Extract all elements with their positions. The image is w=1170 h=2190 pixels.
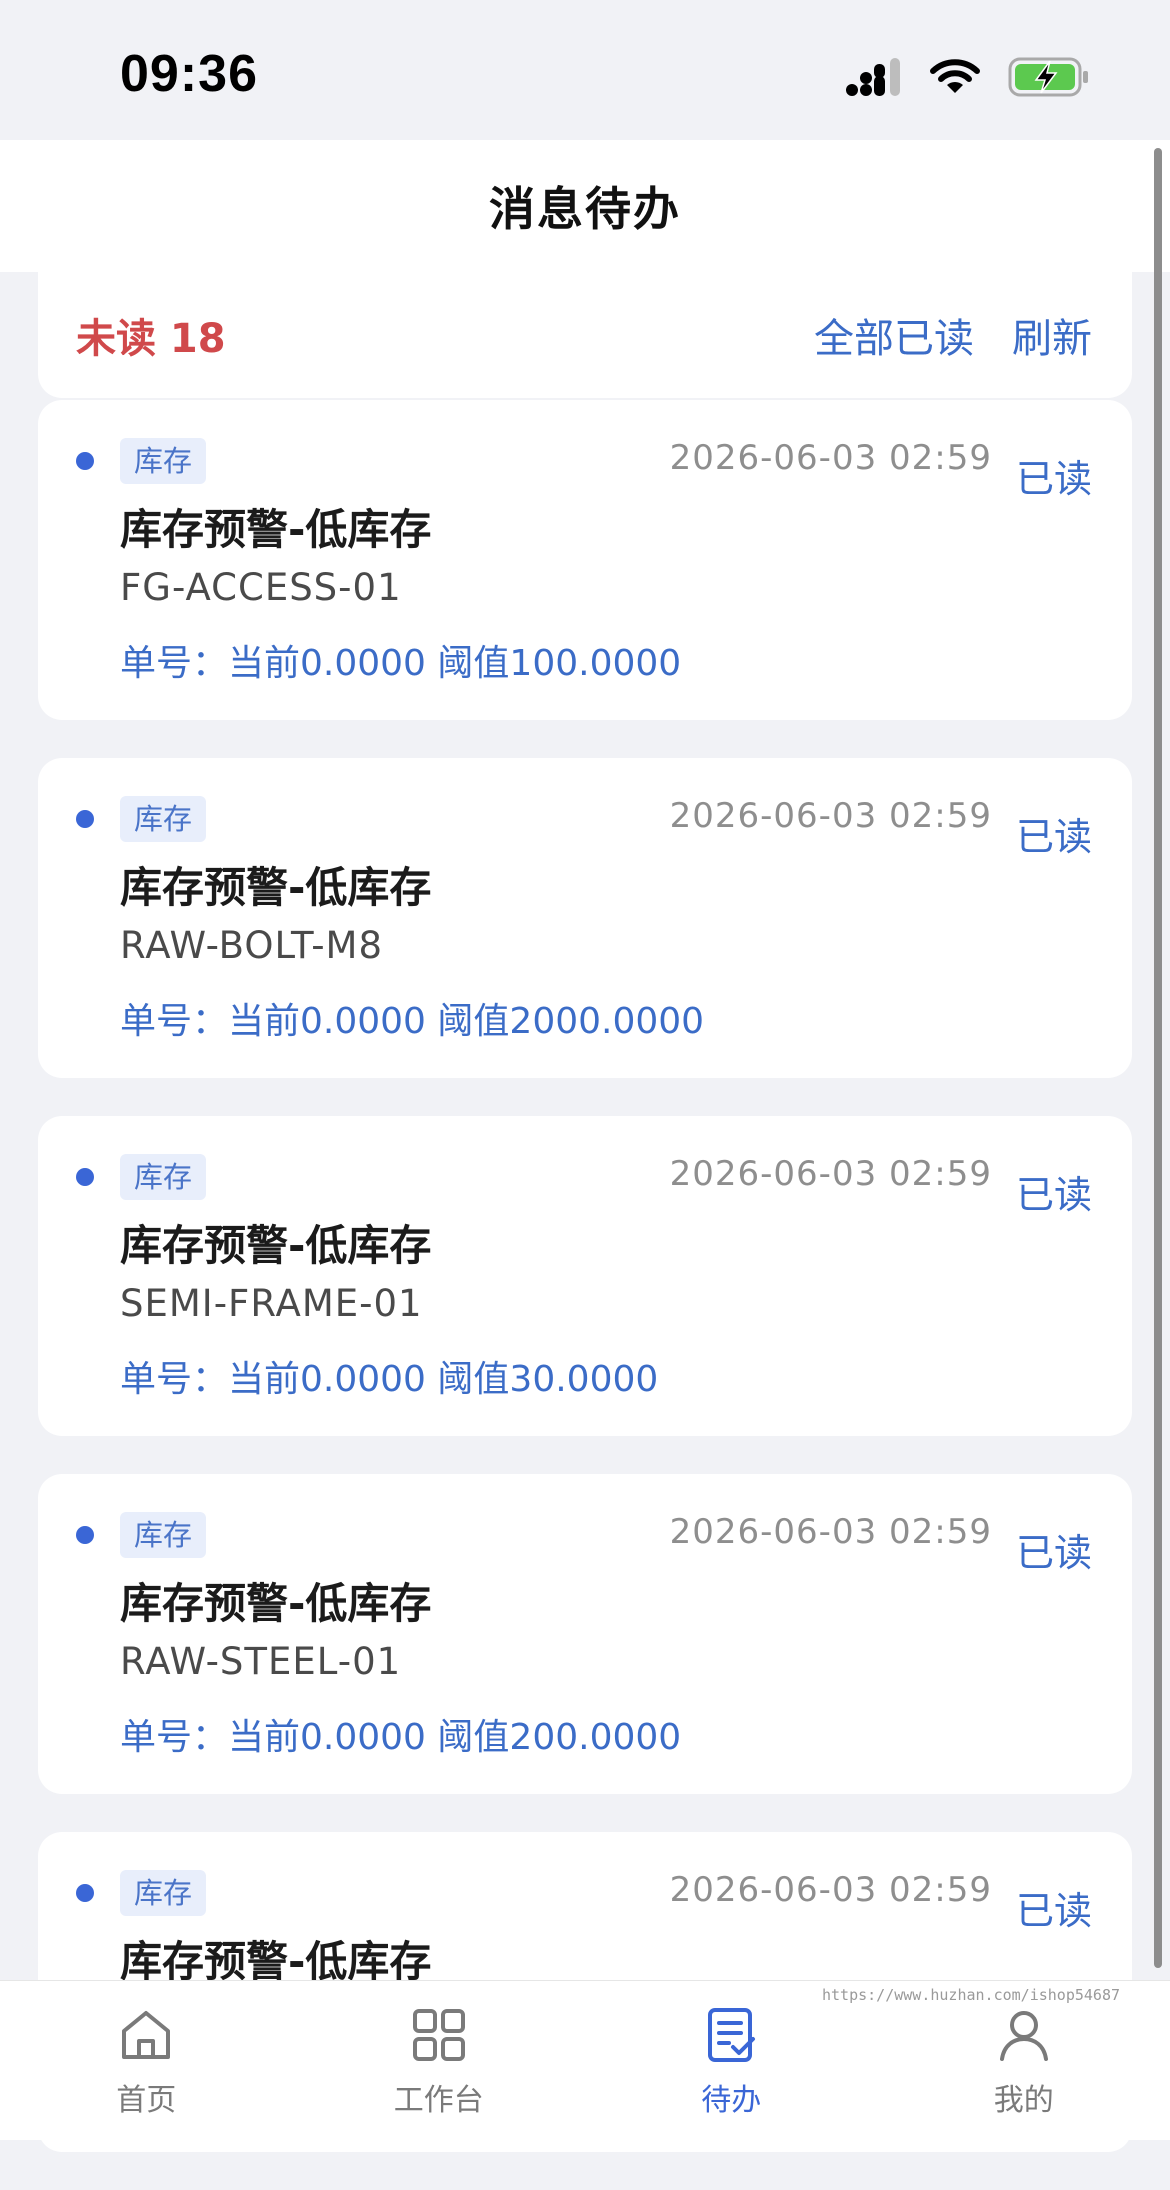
message-tag: 库存 [120, 796, 206, 842]
message-code: FG-ACCESS-01 [120, 566, 402, 609]
status-bar: 09:36 [0, 0, 1170, 140]
tab-mine-label: 我的 [994, 2075, 1054, 2119]
tab-bar: 首页 工作台 待办 我的 [0, 1980, 1170, 2140]
mark-read-button[interactable]: 已读 [1016, 448, 1092, 503]
mark-read-button[interactable]: 已读 [1016, 1164, 1092, 1219]
message-detail: 单号：当前0.0000 阈值200.0000 [120, 1708, 681, 1760]
tab-home-label: 首页 [116, 2075, 176, 2119]
tab-workbench[interactable]: 工作台 [293, 1981, 586, 2140]
tab-home[interactable]: 首页 [0, 1981, 293, 2140]
todo-list-icon [701, 2005, 761, 2065]
mark-all-read-button[interactable]: 全部已读 [814, 306, 974, 364]
mark-read-button[interactable]: 已读 [1016, 1880, 1092, 1935]
message-detail: 单号：当前0.0000 阈值100.0000 [120, 634, 681, 686]
grid-icon [409, 2005, 469, 2065]
user-icon [994, 2005, 1054, 2065]
message-time: 2026-06-03 02:59 [670, 1154, 992, 1194]
tab-todo-label: 待办 [701, 2075, 761, 2119]
message-card[interactable]: 库存 2026-06-03 02:59 已读 库存预警-低库存 FG-ACCES… [38, 400, 1132, 720]
watermark: https://www.huzhan.com/ishop54687 [822, 1986, 1120, 2004]
status-time: 09:36 [120, 44, 258, 104]
refresh-button[interactable]: 刷新 [1012, 306, 1092, 364]
message-time: 2026-06-03 02:59 [670, 1870, 992, 1910]
message-code: SEMI-FRAME-01 [120, 1282, 423, 1325]
message-card[interactable]: 库存 2026-06-03 02:59 已读 库存预警-低库存 RAW-STEE… [38, 1474, 1132, 1794]
unread-dot [76, 1884, 94, 1902]
message-time: 2026-06-03 02:59 [670, 796, 992, 836]
tab-mine[interactable]: 我的 [878, 1981, 1170, 2140]
message-tag: 库存 [120, 1154, 206, 1200]
summary-actions: 全部已读 刷新 [814, 306, 1092, 364]
unread-dot [76, 1168, 94, 1186]
cellular-signal-icon [844, 56, 902, 98]
message-card[interactable]: 库存 2026-06-03 02:59 已读 库存预警-低库存 SEMI-FRA… [38, 1116, 1132, 1436]
home-icon [116, 2005, 176, 2065]
mark-read-button[interactable]: 已读 [1016, 1522, 1092, 1577]
unread-dot [76, 1526, 94, 1544]
tab-workbench-label: 工作台 [394, 2075, 484, 2119]
tab-todo[interactable]: 待办 [585, 1981, 878, 2140]
page-title: 消息待办 [489, 173, 681, 239]
message-title: 库存预警-低库存 [120, 854, 431, 915]
unread-dot [76, 452, 94, 470]
status-icons [844, 52, 1090, 102]
message-list: 库存 2026-06-03 02:59 已读 库存预警-低库存 FG-ACCES… [38, 400, 1132, 2190]
nav-header: 消息待办 [0, 140, 1170, 272]
message-tag: 库存 [120, 1512, 206, 1558]
message-title: 库存预警-低库存 [120, 496, 431, 557]
message-title: 库存预警-低库存 [120, 1570, 431, 1631]
message-detail: 单号：当前0.0000 阈值30.0000 [120, 1350, 658, 1402]
unread-dot [76, 810, 94, 828]
summary-card: 未读 18 全部已读 刷新 [38, 272, 1132, 398]
message-detail: 单号：当前0.0000 阈值2000.0000 [120, 992, 704, 1044]
unread-count: 未读 18 [76, 306, 226, 364]
message-time: 2026-06-03 02:59 [670, 1512, 992, 1552]
wifi-icon [930, 57, 980, 97]
battery-charging-icon [1008, 56, 1090, 98]
message-title: 库存预警-低库存 [120, 1212, 431, 1273]
message-code: RAW-STEEL-01 [120, 1640, 401, 1683]
message-tag: 库存 [120, 438, 206, 484]
mark-read-button[interactable]: 已读 [1016, 806, 1092, 861]
message-card[interactable]: 库存 2026-06-03 02:59 已读 库存预警-低库存 RAW-BOLT… [38, 758, 1132, 1078]
scrollbar[interactable] [1154, 148, 1162, 1968]
message-tag: 库存 [120, 1870, 206, 1916]
message-code: RAW-BOLT-M8 [120, 924, 383, 967]
message-time: 2026-06-03 02:59 [670, 438, 992, 478]
